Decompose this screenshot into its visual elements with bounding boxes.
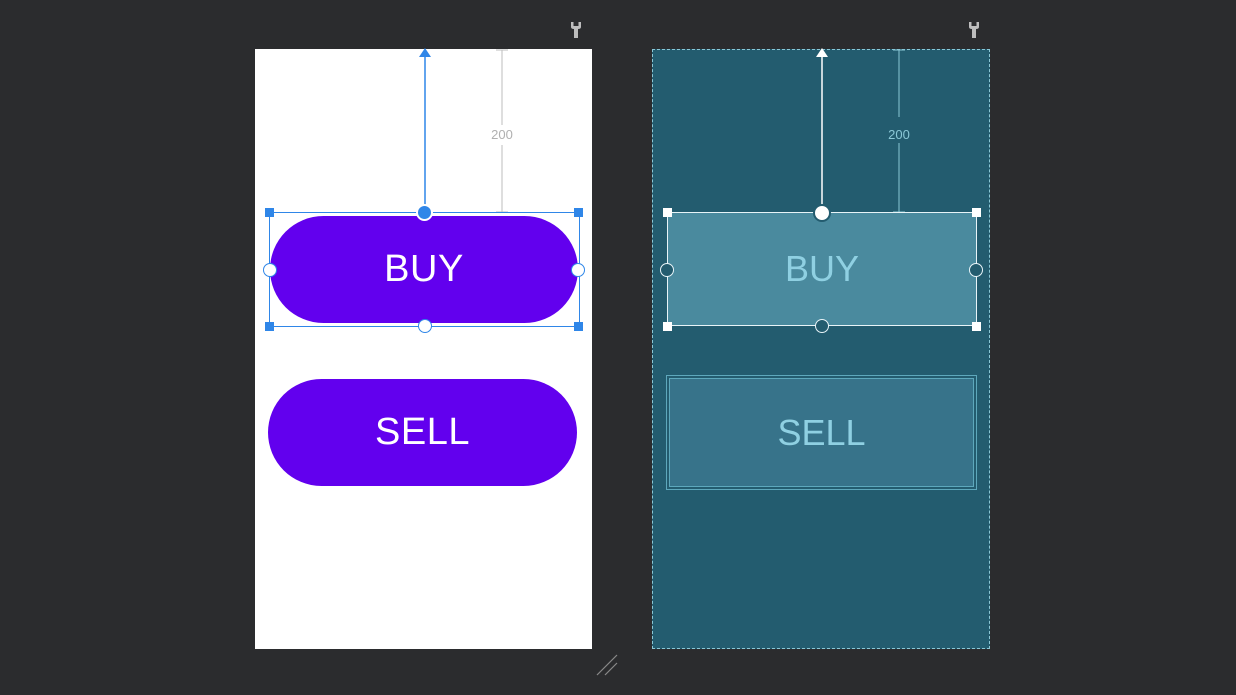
blueprint-resize-handle-bottom-left[interactable] — [663, 322, 672, 331]
blueprint-anchor-bottom[interactable] — [815, 319, 829, 333]
blueprint-sell-label: SELL — [777, 411, 866, 453]
blueprint-constraint-overlay — [816, 48, 905, 213]
design-margin-label: 200 — [491, 127, 513, 142]
resize-handle-bottom-left[interactable] — [265, 322, 274, 331]
blueprint-buy-button[interactable]: BUY — [667, 212, 977, 326]
blueprint-buy-label: BUY — [784, 248, 860, 289]
anchor-right[interactable] — [571, 263, 585, 277]
design-sell-label: SELL — [375, 411, 470, 453]
resize-grip-icon[interactable] — [596, 654, 618, 676]
anchor-left[interactable] — [263, 263, 277, 277]
anchor-top[interactable] — [416, 204, 433, 221]
blueprint-resize-handle-top-left[interactable] — [663, 208, 672, 217]
design-sell-button[interactable]: SELL — [268, 379, 577, 486]
blueprint-anchor-top[interactable] — [813, 204, 831, 222]
blueprint-margin-label: 200 — [888, 127, 910, 142]
design-selection-box — [269, 212, 580, 327]
resize-handle-top-left[interactable] — [265, 208, 274, 217]
design-wrench-icon[interactable] — [570, 21, 582, 39]
blueprint-wrench-icon[interactable] — [968, 21, 980, 39]
blueprint-anchor-left[interactable] — [660, 263, 674, 277]
design-constraint-overlay — [419, 48, 508, 213]
blueprint-resize-handle-top-right[interactable] — [972, 208, 981, 217]
blueprint-sell-button[interactable]: SELL — [666, 375, 977, 490]
anchor-bottom[interactable] — [418, 319, 432, 333]
blueprint-resize-handle-bottom-right[interactable] — [972, 322, 981, 331]
resize-handle-top-right[interactable] — [574, 208, 583, 217]
resize-handle-bottom-right[interactable] — [574, 322, 583, 331]
blueprint-anchor-right[interactable] — [969, 263, 983, 277]
